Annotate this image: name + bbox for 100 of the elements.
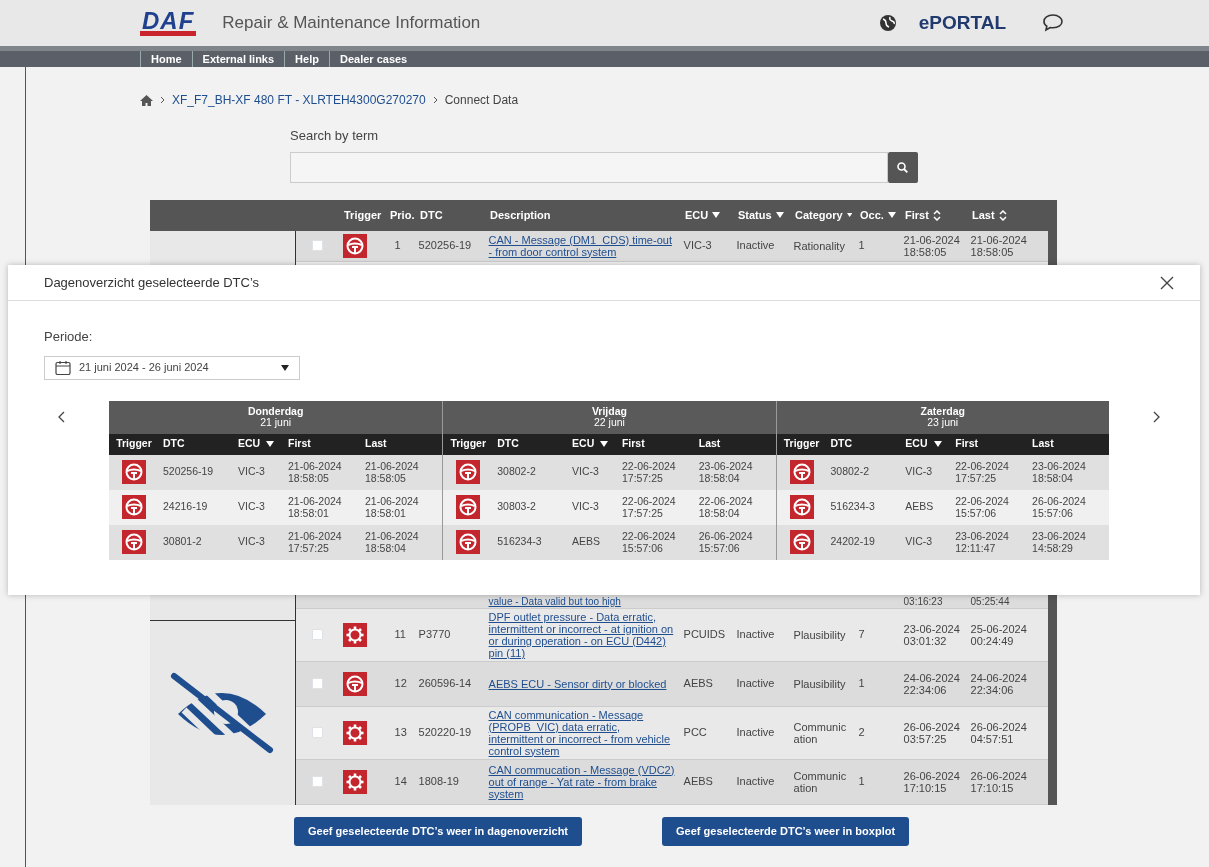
ecu-cell: VIC-3 [905, 464, 933, 480]
checkbox[interactable] [311, 727, 323, 738]
action-button[interactable]: Geef geselecteerde DTC’s weer in dagenoverzicht [294, 816, 583, 846]
status-cell-text: Inactive [736, 774, 775, 790]
globe-icon[interactable] [878, 14, 897, 32]
column-header: ECU [681, 206, 734, 224]
checkbox[interactable] [311, 776, 323, 787]
first-time-cell-text: 23-06-2024 03:01:32 [903, 622, 961, 647]
chevron-icon [432, 96, 438, 104]
column-header: Description [489, 207, 552, 223]
dtc-cell-text: 260596-14 [418, 676, 472, 692]
nav-link[interactable]: Dealer cases [328, 51, 418, 67]
calendar-icon [55, 360, 71, 375]
checkbox[interactable] [311, 240, 323, 251]
column-header: First [901, 206, 968, 224]
breadcrumb-link[interactable]: XF_F7_BH-XF 480 FT - XLRTEH4300G270270 [172, 91, 426, 109]
first-time-cell-text: 21-06-2024 18:58:05 [288, 460, 343, 484]
dtc-cell: 516234-3 [497, 534, 542, 550]
column-header: DTC [496, 436, 520, 452]
nav-link[interactable]: Home [140, 51, 192, 67]
column-header: Trigger [115, 436, 153, 452]
sort-icon [998, 209, 1007, 221]
column-header: Category [791, 206, 856, 224]
dtc-description-link[interactable]: DPF outlet pressure - Data erratic, intermittent or incorrect - at ignition on or during operation - on ECU (D442) pin (11) [488, 610, 676, 659]
category-cell: Plausibility [793, 677, 846, 690]
first-time-cell-text: 23-06-2024 12:11:47 [955, 530, 1010, 554]
last-time-cell-text: 23-06-2024 14:58:29 [1032, 530, 1087, 554]
logo: DAF [140, 10, 197, 36]
category-cell-text: Communication [793, 769, 848, 794]
checkbox[interactable] [311, 629, 323, 640]
portal-logo[interactable]: ePORTAL [918, 8, 1006, 38]
date-range-picker[interactable]: 21 juni 2024 - 26 juni 2024 [44, 355, 300, 380]
last-time-cell-text: 26-06-2024 17:10:15 [970, 769, 1028, 794]
dtc-description-link[interactable]: CAN commucation - Message (VDC2) out of range - Yat rate - from brake system [488, 763, 676, 800]
column-header: Status [734, 206, 791, 224]
column-header: DTC [162, 436, 186, 452]
last-time-cell-text: 26-06-2024 15:57:06 [698, 530, 754, 554]
dtc-cell: 24216-19 [163, 499, 208, 515]
dtc-cell-text: 1808-19 [418, 774, 459, 790]
column-header: ECU [234, 436, 284, 452]
column-header: Last [968, 206, 1047, 224]
ecu-cell: VIC-3 [238, 534, 265, 550]
chevron-right-icon[interactable] [1153, 410, 1161, 423]
column-header: First [954, 436, 979, 452]
category-cell-text: Communication [793, 720, 848, 745]
dtc-cell: 520256-19 [163, 464, 214, 480]
ecu-cell: VIC-3 [572, 464, 599, 480]
last-time-cell-text: 21-06-2024 18:58:01 [365, 495, 420, 519]
last-time-cell-text: 25-06-2024 00:24:49 [970, 622, 1028, 647]
dtc-description-link[interactable]: CAN - Message (DM1_CDS) time-out - from door control system [488, 233, 676, 258]
column-header: Last [364, 436, 388, 452]
column-header: DTC [419, 207, 444, 223]
first-time-cell-text: 22-06-2024 15:57:06 [955, 495, 1010, 519]
app-title: Repair & Maintenance Information [222, 12, 481, 35]
last-time-cell-text: 24-06-2024 22:34:06 [970, 671, 1028, 696]
close-icon[interactable] [1160, 275, 1174, 290]
last-time-cell-text: 26-06-2024 04:57:51 [970, 720, 1028, 745]
action-button[interactable]: Geef geselecteerde DTC’s weer in boxplot [662, 816, 910, 846]
nav-link[interactable]: External links [191, 51, 285, 67]
occurrence-cell-text: 7 [858, 627, 865, 643]
chat-icon[interactable] [1042, 13, 1064, 33]
priority-cell-text: 12 [394, 676, 407, 692]
last-time-cell-text: 23-06-2024 18:58:04 [698, 460, 754, 484]
search-button[interactable] [887, 151, 918, 183]
column-header: Last [1031, 436, 1055, 452]
column-header: ECU [901, 436, 952, 452]
priority-cell-text: 1 [394, 238, 401, 254]
last-time-cell-text: 21-06-2024 18:58:05 [970, 233, 1028, 258]
day-date: 21 juni [260, 417, 292, 428]
first-time-cell-text: 26-06-2024 03:57:25 [903, 720, 961, 745]
column-header: DTC [829, 436, 854, 452]
search-label: Search by term [290, 127, 380, 145]
dtc-description-link[interactable]: value - Data valid but too high [484, 595, 680, 608]
first-time-cell-text: 24-06-2024 22:34:06 [903, 671, 961, 696]
column-header: First [620, 436, 646, 452]
ecu-cell: AEBS [572, 534, 601, 550]
last-time-cell-text: 23-06-2024 18:58:04 [1032, 460, 1087, 484]
search-field[interactable] [290, 151, 888, 183]
period-label: Periode: [44, 328, 94, 346]
hidden-eye-icon [170, 671, 275, 754]
status-cell-text: Inactive [736, 627, 775, 643]
first-time-cell-text: 26-06-2024 17:10:15 [903, 769, 961, 794]
occurrence-cell-text: 2 [858, 725, 865, 741]
priority-cell-text: 13 [394, 725, 407, 741]
occurrence-cell-text: 1 [858, 676, 865, 692]
occurrence-cell-text: 1 [858, 774, 865, 790]
dropdown-caret-icon [600, 441, 609, 447]
nav-link[interactable]: Help [284, 51, 329, 67]
dtc-description-link[interactable]: AEBS ECU - Sensor dirty or blocked [488, 677, 667, 690]
status-cell-text: Inactive [736, 238, 775, 254]
first-time-cell-text: 22-06-2024 15:57:06 [621, 530, 677, 554]
column-header: Trigger [449, 436, 488, 452]
dtc-description-link[interactable]: CAN communication - Message (PROPB_VIC) data erratic, intermittent or incorrect - from vehicle control system [488, 708, 676, 757]
column-header: Trigger [343, 207, 383, 223]
checkbox[interactable] [311, 678, 323, 689]
chevron-left-icon[interactable] [57, 410, 65, 423]
dtc-cell-text: 520220-19 [418, 725, 472, 741]
column-header: ECU [568, 436, 618, 452]
priority-cell-text: 14 [394, 774, 407, 790]
home-icon[interactable] [140, 94, 153, 106]
